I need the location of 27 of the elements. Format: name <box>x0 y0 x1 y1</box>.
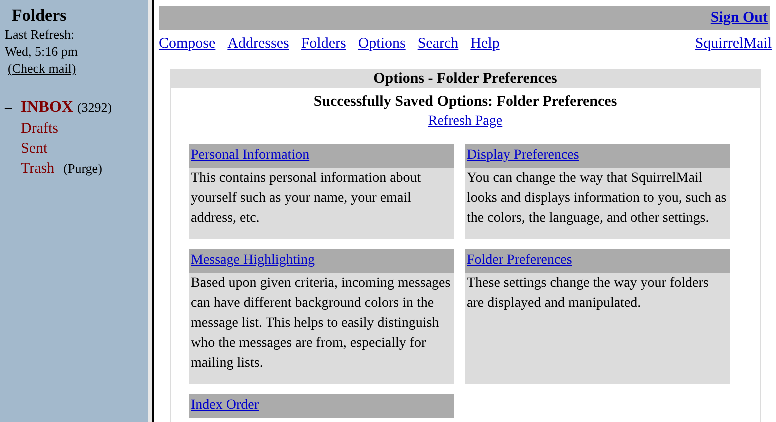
section-description: Based upon given criteria, incoming messages can have different background colors in the message list. This helps to easily distinguish who the messages are from, especially for mailing lists. <box>190 275 452 373</box>
nav-link[interactable]: Search <box>418 32 459 56</box>
folder-link[interactable]: Drafts <box>21 120 58 138</box>
nav-link[interactable]: Compose <box>159 32 216 56</box>
collapse-toggle[interactable]: – <box>5 100 21 118</box>
sign-out-link[interactable]: Sign Out <box>710 6 768 30</box>
squirrelmail-link[interactable]: SquirrelMail <box>695 32 772 56</box>
nav-link[interactable]: Options <box>358 32 406 56</box>
check-mail-link[interactable]: (Check mail) <box>8 60 76 77</box>
section-description: This contains personal information about yourself such as your name, your email address, etc. <box>190 170 422 228</box>
folder-link[interactable]: Trash <box>21 160 55 178</box>
success-message: Successfully Saved Options: Folder Preferences <box>314 93 618 112</box>
folder-link[interactable]: Sent <box>21 140 48 158</box>
sidebar-title: Folders <box>11 6 67 26</box>
nav-link[interactable]: Addresses <box>228 32 290 56</box>
last-refresh-time: Wed, 5:16 pm <box>5 43 78 60</box>
purge-link[interactable]: (Purge) <box>64 160 102 178</box>
section-description: These settings change the way your folders are displayed and manipulated. <box>466 275 710 313</box>
folder-link[interactable]: INBOX <box>21 99 74 117</box>
nav-link[interactable]: Help <box>470 32 500 56</box>
nav-link[interactable]: Folders <box>301 32 346 56</box>
last-refresh-label: Last Refresh: <box>5 26 75 43</box>
unread-count: (3292) <box>77 99 112 117</box>
refresh-page-link[interactable]: Refresh Page <box>428 112 503 132</box>
section-link[interactable]: Index Order <box>191 397 260 415</box>
panel-title: Options - Folder Preferences <box>171 70 760 88</box>
section-description: You can change the way that SquirrelMail looks and displays information to you, such as the colors, the language, and other settings. <box>466 170 728 228</box>
